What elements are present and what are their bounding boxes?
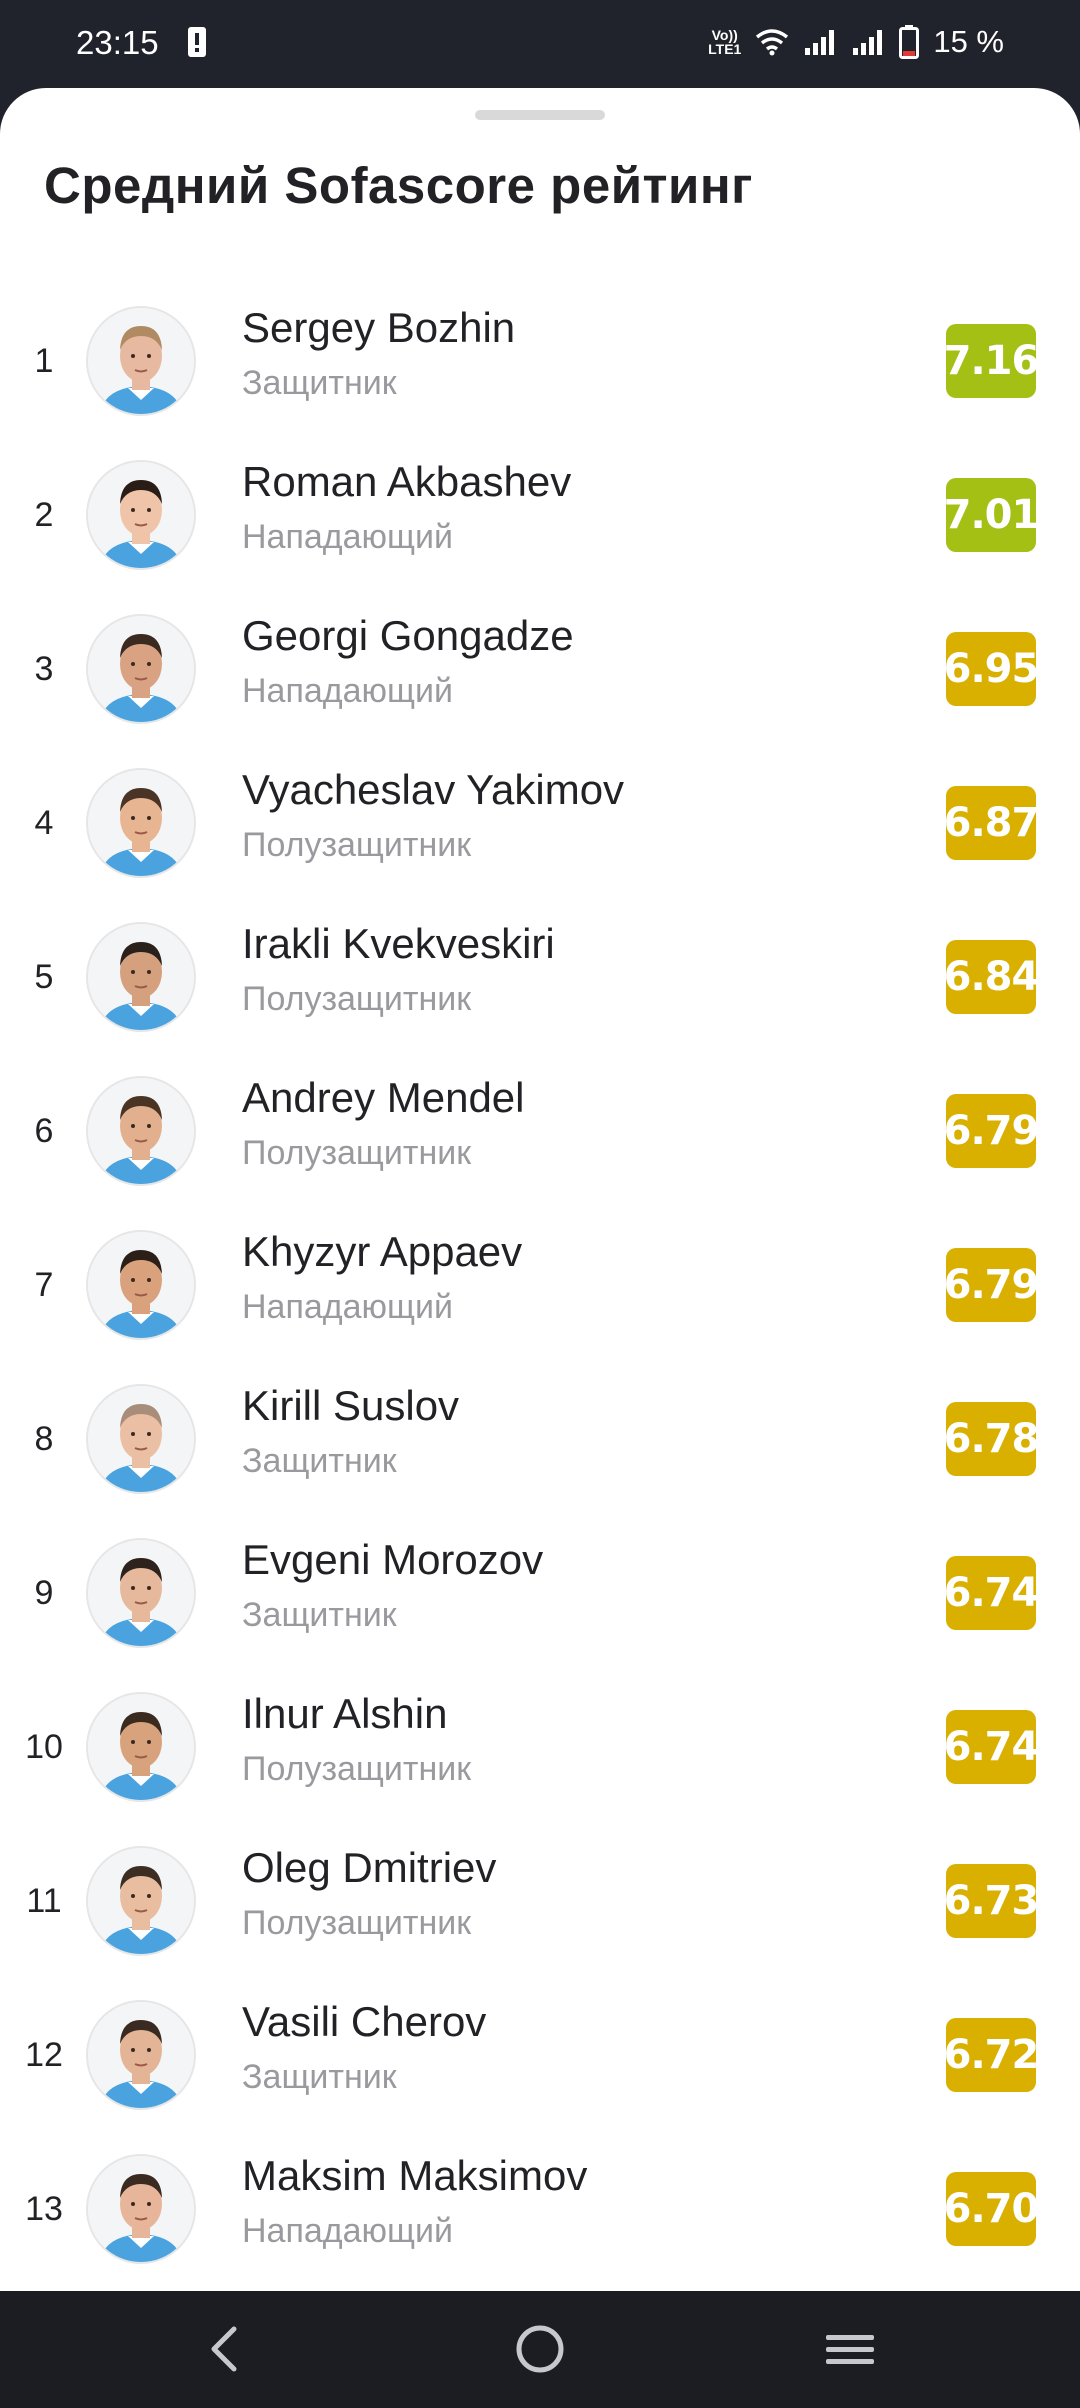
player-rank: 1 <box>34 341 54 380</box>
player-avatar <box>86 2154 196 2264</box>
player-row[interactable]: 4 Vyacheslav Yakimov Полузащитник 6.87 <box>0 746 1080 900</box>
player-rank: 10 <box>25 1727 63 1766</box>
rating-badge: 6.79 <box>944 1248 1039 1322</box>
player-row[interactable]: 5 Irakli Kvekveskiri Полузащитник 6.84 <box>0 900 1080 1054</box>
player-name: Irakli Kvekveskiri <box>242 920 555 967</box>
player-rank: 9 <box>34 1573 54 1612</box>
alert-icon <box>188 27 206 57</box>
player-avatar <box>86 922 196 1032</box>
navigation-bar <box>0 2291 1080 2408</box>
back-icon[interactable] <box>196 2319 256 2379</box>
player-rank: 13 <box>25 2189 63 2228</box>
player-row[interactable]: 2 Roman Akbashev Нападающий 7.01 <box>0 438 1080 592</box>
player-avatar <box>86 614 196 724</box>
rating-badge: 6.87 <box>944 786 1039 860</box>
volte-icon: Vo)) LTE1 <box>708 27 742 57</box>
status-time: 23:15 <box>76 24 159 61</box>
rating-badge: 6.84 <box>944 940 1039 1014</box>
player-avatar <box>86 768 196 878</box>
player-rank: 2 <box>34 495 54 534</box>
player-position: Полузащитник <box>242 1904 472 1942</box>
player-position: Нападающий <box>242 1288 453 1326</box>
player-position: Защитник <box>242 2058 397 2096</box>
player-position: Защитник <box>242 1596 397 1634</box>
home-icon[interactable] <box>510 2319 570 2379</box>
player-rank: 5 <box>34 957 54 996</box>
player-row[interactable]: 13 Maksim Maksimov Нападающий 6.70 <box>0 2132 1080 2286</box>
player-name: Roman Akbashev <box>242 458 572 505</box>
rating-badge: 6.78 <box>944 1402 1039 1476</box>
player-name: Khyzyr Appaev <box>242 1228 523 1275</box>
player-name: Oleg Dmitriev <box>242 1844 497 1891</box>
player-avatar <box>86 1384 196 1494</box>
rating-badge: 7.16 <box>944 324 1039 398</box>
player-name: Vasili Cherov <box>242 1998 487 2045</box>
player-rank: 4 <box>34 803 54 842</box>
player-name: Ilnur Alshin <box>242 1690 448 1737</box>
status-bar: 23:15 Vo)) LTE1 15 % <box>0 0 1080 88</box>
player-name: Kirill Suslov <box>242 1382 460 1429</box>
player-avatar <box>86 2000 196 2110</box>
bottom-sheet: Средний Sofascore рейтинг 1 Sergey Bozhin… <box>0 88 1080 2291</box>
wifi-icon <box>755 28 789 56</box>
player-row[interactable]: 11 Oleg Dmitriev Полузащитник 6.73 <box>0 1824 1080 1978</box>
battery-icon <box>899 25 920 59</box>
player-row[interactable]: 3 Georgi Gongadze Нападающий 6.95 <box>0 592 1080 746</box>
signal-icon-2 <box>851 28 885 56</box>
player-avatar <box>86 460 196 570</box>
player-row[interactable]: 8 Kirill Suslov Защитник 6.78 <box>0 1362 1080 1516</box>
player-position: Полузащитник <box>242 1134 472 1172</box>
player-rank: 12 <box>25 2035 63 2074</box>
player-avatar <box>86 1692 196 1802</box>
rating-badge: 6.74 <box>944 1710 1039 1784</box>
player-list: 1 Sergey Bozhin Защитник 7.16 2 Roman Akbashe… <box>0 284 1080 2286</box>
player-position: Полузащитник <box>242 826 472 864</box>
player-avatar <box>86 1076 196 1186</box>
player-position: Нападающий <box>242 2212 453 2250</box>
status-icons: Vo)) LTE1 15 % <box>708 24 1004 60</box>
player-position: Защитник <box>242 364 397 402</box>
player-name: Sergey Bozhin <box>242 304 516 351</box>
player-name: Evgeni Morozov <box>242 1536 544 1583</box>
menu-icon[interactable] <box>820 2319 880 2379</box>
player-position: Защитник <box>242 1442 397 1480</box>
player-row[interactable]: 10 Ilnur Alshin Полузащитник 6.74 <box>0 1670 1080 1824</box>
player-row[interactable]: 7 Khyzyr Appaev Нападающий 6.79 <box>0 1208 1080 1362</box>
player-avatar <box>86 1230 196 1340</box>
player-row[interactable]: 12 Vasili Cherov Защитник 6.72 <box>0 1978 1080 2132</box>
player-rank: 3 <box>34 649 54 688</box>
player-avatar <box>86 1846 196 1956</box>
rating-badge: 6.73 <box>944 1864 1039 1938</box>
player-row[interactable]: 6 Andrey Mendel Полузащитник 6.79 <box>0 1054 1080 1208</box>
rating-badge: 6.79 <box>944 1094 1039 1168</box>
player-rank: 7 <box>34 1265 54 1304</box>
drag-handle[interactable] <box>475 110 605 120</box>
player-avatar <box>86 306 196 416</box>
battery-percent: 15 % <box>933 24 1004 59</box>
player-position: Нападающий <box>242 672 453 710</box>
player-name: Andrey Mendel <box>242 1074 525 1121</box>
player-position: Нападающий <box>242 518 453 556</box>
rating-badge: 6.72 <box>944 2018 1039 2092</box>
player-rank: 8 <box>34 1419 54 1458</box>
player-row[interactable]: 1 Sergey Bozhin Защитник 7.16 <box>0 284 1080 438</box>
player-name: Vyacheslav Yakimov <box>242 766 625 813</box>
sheet-title: Средний Sofascore рейтинг <box>44 157 753 214</box>
player-rank: 11 <box>26 1881 62 1920</box>
rating-badge: 7.01 <box>944 478 1039 552</box>
rating-badge: 6.74 <box>944 1556 1039 1630</box>
player-avatar <box>86 1538 196 1648</box>
rating-badge: 6.95 <box>944 632 1039 706</box>
player-row[interactable]: 9 Evgeni Morozov Защитник 6.74 <box>0 1516 1080 1670</box>
player-name: Georgi Gongadze <box>242 612 574 659</box>
player-position: Полузащитник <box>242 980 472 1018</box>
player-name: Maksim Maksimov <box>242 2152 588 2199</box>
rating-badge: 6.70 <box>944 2172 1039 2246</box>
player-position: Полузащитник <box>242 1750 472 1788</box>
signal-icon-1 <box>803 28 837 56</box>
player-rank: 6 <box>34 1111 54 1150</box>
